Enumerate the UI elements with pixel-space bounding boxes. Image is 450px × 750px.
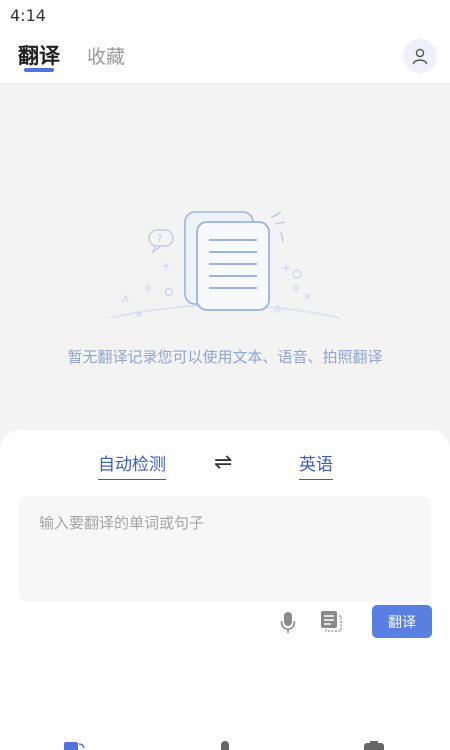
svg-text:+: + [291,281,301,295]
svg-text:⁂: ⁂ [121,294,130,305]
translate-input-container [19,496,431,602]
camera-icon[interactable] [363,740,385,750]
translate-input[interactable] [19,496,431,602]
swap-languages-icon[interactable]: ⇌ [214,450,232,475]
target-language-selector[interactable]: 英语 [299,450,333,480]
bottom-nav [0,734,450,750]
svg-text:+: + [161,259,171,273]
svg-text:⁂: ⁂ [273,304,282,315]
svg-text:+: + [281,261,291,275]
svg-text:✕: ✕ [135,310,143,321]
translate-button[interactable]: 翻译 [372,605,432,638]
avatar-button[interactable] [403,39,437,73]
source-language-selector[interactable]: 自动检测 [98,450,166,480]
top-nav: 翻译 收藏 [0,30,450,84]
voice-icon[interactable] [218,740,232,750]
microphone-icon[interactable] [278,610,298,634]
svg-text:+: + [143,281,153,295]
status-time: 4:14 [10,6,46,25]
user-icon [412,48,428,65]
translate-panel: 自动检测 ⇌ 英语 翻译 [0,430,450,750]
tab-favorites[interactable]: 收藏 [87,42,125,69]
tab-translate[interactable]: 翻译 [18,40,60,70]
active-tab-indicator [24,68,54,72]
svg-text:✕: ✕ [303,292,311,303]
empty-history-message: 暂无翻译记录您可以使用文本、语音、拍照翻译 [67,348,383,366]
svg-text:?: ? [157,234,162,245]
document-scan-icon[interactable] [320,610,342,632]
empty-history-illustration: ? + + + + ✕ ⁂ ✕ ⁂ [109,211,341,321]
status-bar: 4:14 [0,0,450,30]
translate-icon[interactable] [64,740,86,750]
